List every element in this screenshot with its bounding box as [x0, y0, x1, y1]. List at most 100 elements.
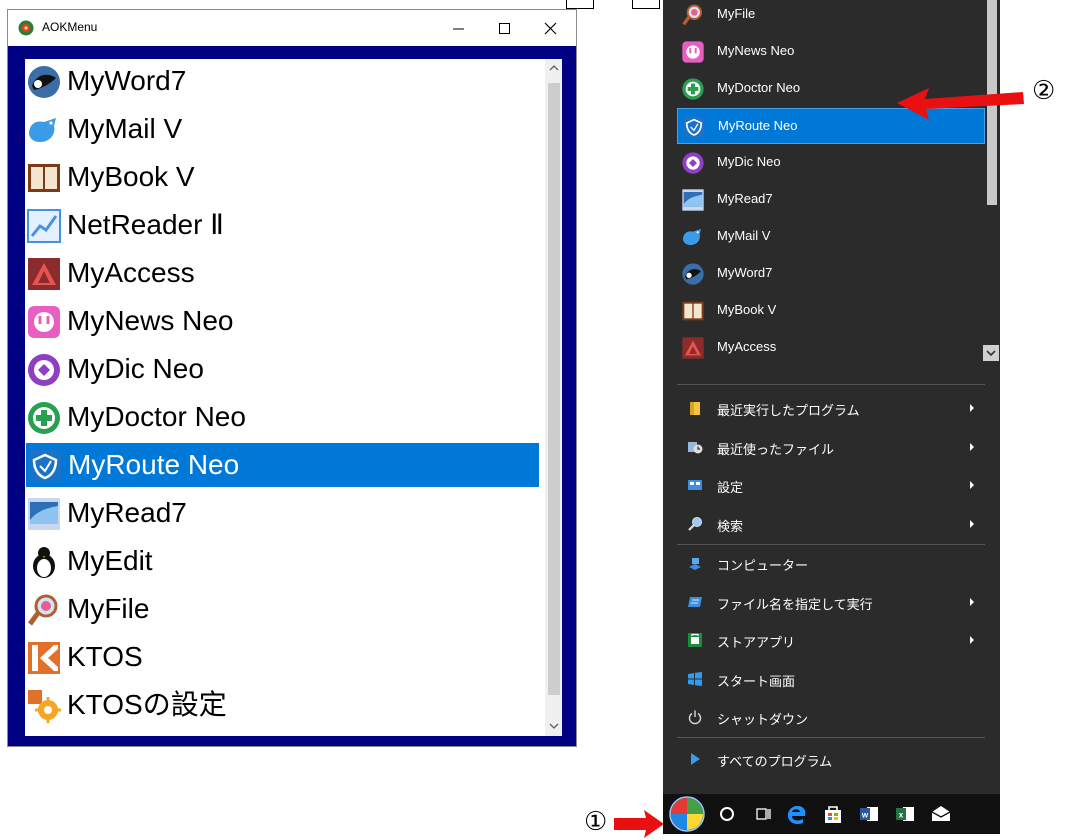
start-system-item[interactable]: 最近使ったファイル: [677, 429, 985, 465]
mymail-icon: [681, 225, 705, 249]
list-item-label: KTOS: [67, 641, 143, 672]
start-system-item[interactable]: シャットダウン: [677, 699, 985, 735]
list-item-label: MyWord7: [67, 65, 187, 96]
myread7-icon: [26, 496, 62, 532]
start-program-item[interactable]: MyFile: [677, 0, 985, 33]
start-menu: MyFile MyNews Neo MyDoctor Neo MyRoute Neo M…: [663, 0, 1000, 834]
power-icon: [687, 709, 703, 725]
start-system-item[interactable]: ストアアプリ: [677, 622, 985, 658]
start-system-item[interactable]: 検索: [677, 506, 985, 542]
list-item[interactable]: KTOS: [25, 635, 540, 679]
scroll-down-icon[interactable]: [548, 720, 560, 732]
start-program-label: MyWord7: [717, 265, 773, 280]
minimize-icon: [453, 28, 464, 30]
mydoctor-icon: [681, 77, 705, 101]
task-view-icon[interactable]: [751, 802, 775, 826]
start-system-label: コンピューター: [717, 559, 809, 574]
list-item-label: MyMail V: [67, 113, 183, 144]
aokmenu-app-icon: [18, 20, 34, 36]
scroll-thumb[interactable]: [548, 83, 560, 695]
start-system-label: 設定: [717, 481, 744, 496]
start-system-item[interactable]: ファイル名を指定して実行: [677, 584, 985, 620]
start-program-label: MyRead7: [717, 191, 773, 206]
list-item[interactable]: MyMail V: [25, 107, 540, 151]
title-bar[interactable]: AOKMenu: [8, 10, 576, 46]
start-program-label: MyBook V: [717, 302, 777, 317]
mydoctor-icon: [26, 400, 62, 436]
start-program-item[interactable]: MyMail V: [677, 219, 985, 255]
word-icon[interactable]: w: [857, 802, 881, 826]
close-button[interactable]: [528, 10, 574, 46]
cortana-icon[interactable]: [715, 802, 739, 826]
list-item-label: MyRead7: [67, 497, 187, 528]
start-program-item[interactable]: MyNews Neo: [677, 34, 985, 70]
search-icon: [687, 516, 703, 532]
list-item[interactable]: MyDoctor Neo: [25, 395, 540, 439]
run-icon: [687, 594, 703, 610]
start-program-item[interactable]: MyWord7: [677, 256, 985, 292]
start-program-item[interactable]: MyDic Neo: [677, 145, 985, 181]
myroute-icon: [682, 115, 706, 139]
scroll-up-icon[interactable]: [548, 62, 560, 74]
excel-icon[interactable]: x: [893, 802, 917, 826]
list-item-label: MyFile: [67, 593, 150, 624]
start-button-icon[interactable]: [669, 796, 705, 832]
start-program-label: MyMail V: [717, 228, 771, 243]
start-system-label: 検索: [717, 519, 744, 535]
myedit-icon: [26, 544, 62, 580]
folder-icon: [687, 400, 703, 416]
start-program-item[interactable]: MyAccess: [677, 330, 985, 366]
peek-box-left: [566, 0, 594, 9]
play-arrow-icon: [691, 753, 700, 765]
peek-box-right: [632, 0, 660, 9]
list-item[interactable]: KTOSの設定: [25, 683, 540, 727]
list-item-label: MyRoute Neo: [68, 449, 240, 480]
submenu-arrow-icon: [970, 481, 974, 489]
app-list[interactable]: MyWord7 MyMail V MyBook V NetReader Ⅱ MyAcce…: [25, 59, 562, 736]
red-arrow-icon: [897, 88, 1024, 120]
list-item-label: NetReader Ⅱ: [67, 209, 224, 240]
list-item[interactable]: MyWord7: [25, 59, 540, 103]
start-program-item[interactable]: MyBook V: [677, 293, 985, 329]
start-program-label: MyNews Neo: [717, 43, 795, 58]
submenu-arrow-icon: [970, 404, 974, 412]
list-item[interactable]: NetReader Ⅱ: [25, 203, 540, 247]
list-item-label: MyDic Neo: [67, 353, 204, 384]
mail-icon[interactable]: [929, 802, 953, 826]
start-system-item[interactable]: スタート画面: [677, 661, 985, 697]
minimize-button[interactable]: [436, 10, 482, 46]
start-program-label: MyRoute Neo: [718, 118, 798, 133]
taskbar: w x: [663, 794, 1000, 834]
all-programs-item[interactable]: すべてのプログラム: [677, 741, 985, 777]
list-item[interactable]: MyRoute Neo: [26, 443, 539, 487]
start-program-label: MyDoctor Neo: [717, 80, 801, 95]
submenu-arrow-icon: [970, 442, 974, 451]
list-item[interactable]: MyRead7: [25, 491, 540, 535]
list-item[interactable]: MyDic Neo: [25, 347, 540, 391]
start-system-item[interactable]: 設定: [677, 467, 985, 503]
start-system-item[interactable]: 最近実行したプログラム: [677, 390, 985, 426]
store-icon[interactable]: [821, 802, 845, 826]
list-item[interactable]: MyFile: [25, 587, 540, 631]
vertical-scrollbar[interactable]: [545, 59, 562, 736]
recent-files-icon: [687, 439, 703, 455]
mydic-icon: [26, 352, 62, 388]
annotation-one: ①: [584, 807, 608, 837]
start-system-item[interactable]: コンピューター: [677, 545, 985, 581]
list-item[interactable]: MyBook V: [25, 155, 540, 199]
edge-icon[interactable]: [785, 802, 809, 826]
myword7-icon: [681, 262, 705, 286]
maximize-button[interactable]: [482, 10, 528, 46]
start-system-label: ファイル名を指定して実行: [717, 597, 873, 613]
mynews-icon: [26, 304, 62, 340]
myaccess-icon: [681, 336, 705, 360]
mybook-icon: [26, 160, 62, 196]
list-item-label: MyEdit: [67, 545, 153, 576]
list-item[interactable]: MyEdit: [25, 539, 540, 583]
list-item[interactable]: MyAccess: [25, 251, 540, 295]
chevron-down-icon[interactable]: [983, 345, 999, 361]
start-program-item[interactable]: MyRead7: [677, 182, 985, 218]
list-item[interactable]: MyNews Neo: [25, 299, 540, 343]
menu-separator: [677, 384, 985, 385]
close-icon: [544, 22, 557, 35]
